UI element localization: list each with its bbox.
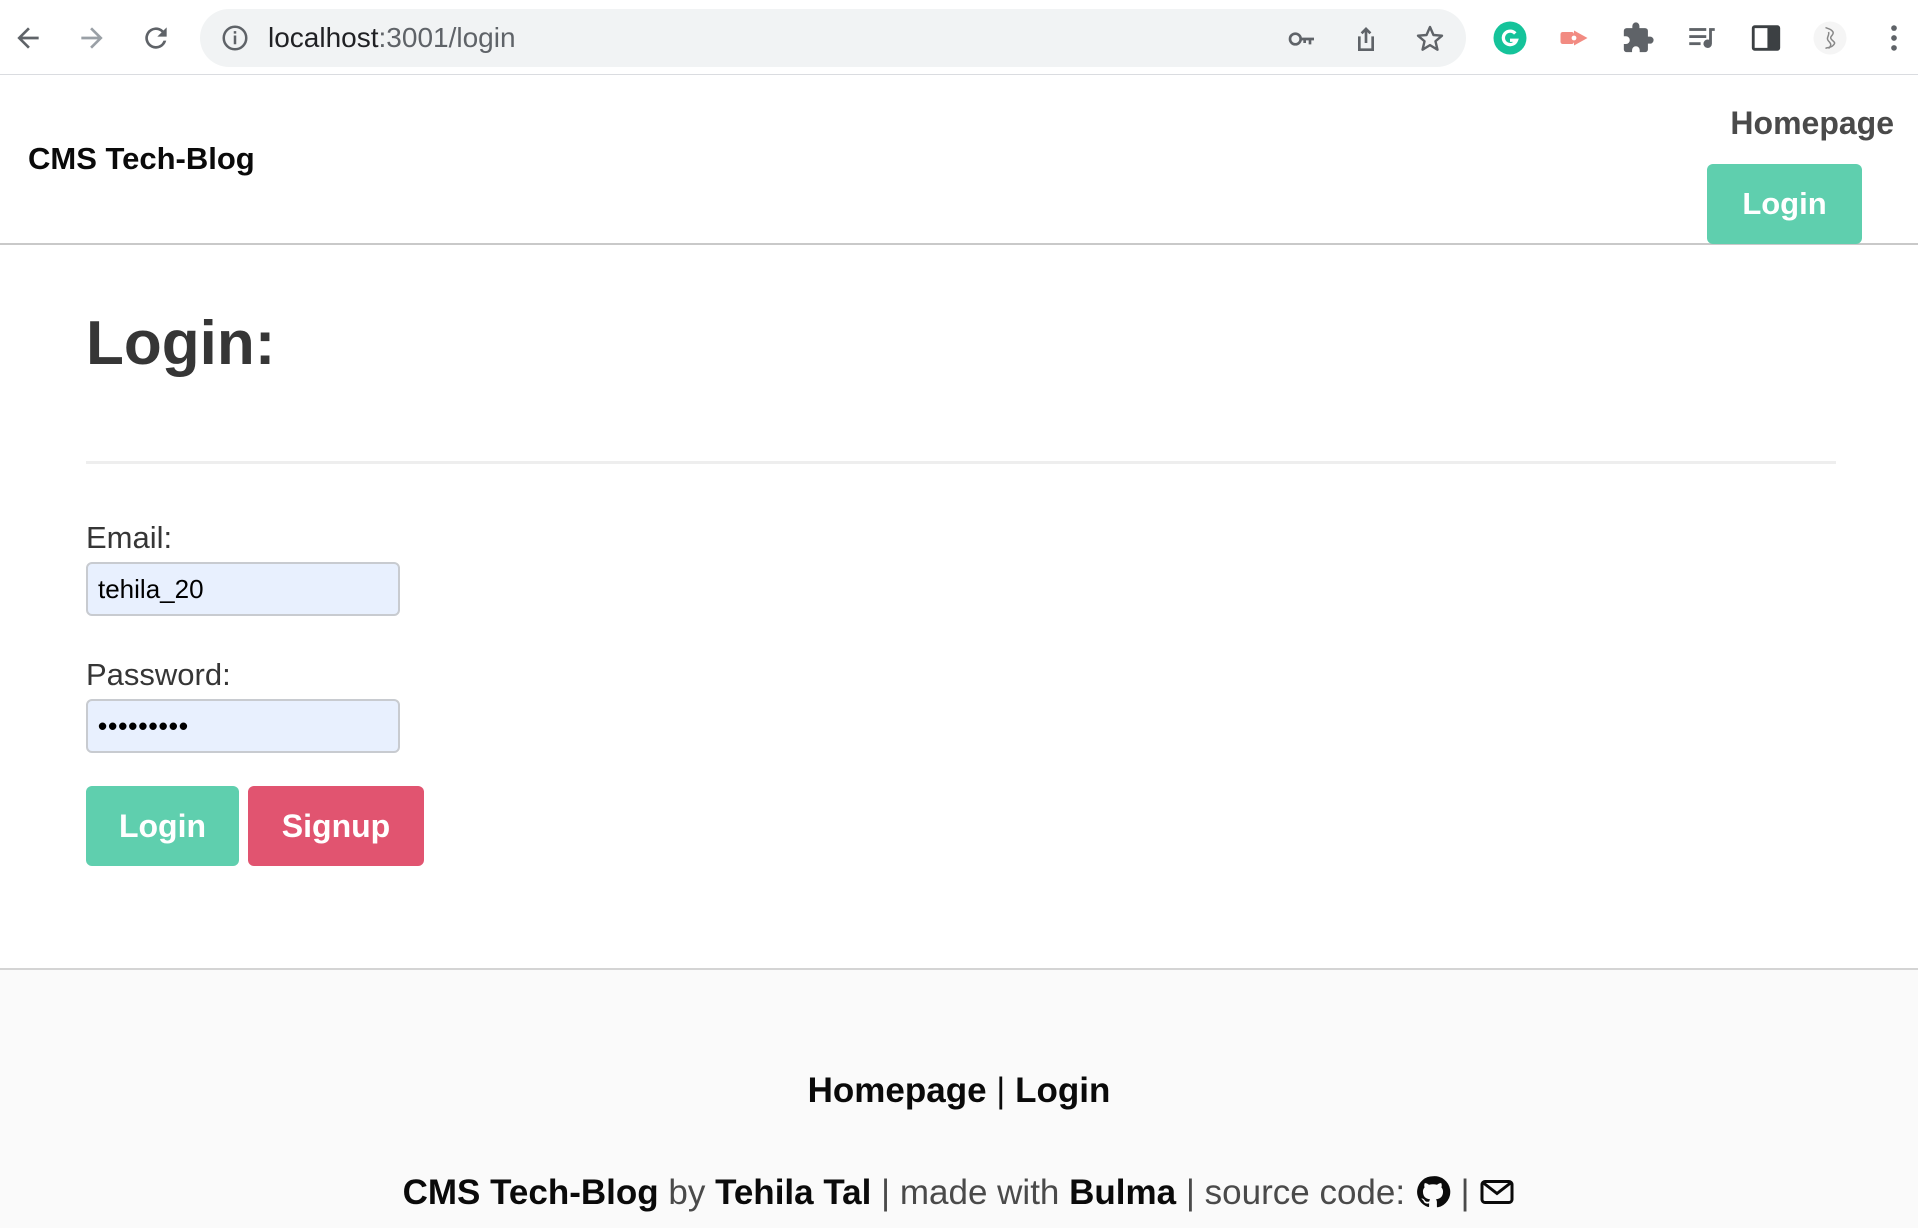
- sidepanel-icon[interactable]: [1746, 18, 1786, 58]
- credits-author-link[interactable]: Tehila Tal: [715, 1173, 871, 1212]
- nav-homepage-link[interactable]: Homepage: [1730, 105, 1894, 142]
- profile-avatar-icon[interactable]: [1810, 18, 1850, 58]
- credits-by: by: [668, 1173, 706, 1212]
- info-icon[interactable]: [220, 23, 250, 53]
- credits-separator-2: |: [1185, 1173, 1195, 1212]
- footer-credits: CMS Tech-Blog by Tehila Tal | made with …: [0, 1173, 1918, 1213]
- url-text: localhost:3001/login: [268, 9, 516, 67]
- divider: [86, 461, 1836, 464]
- credits-made-with: made with: [899, 1173, 1060, 1212]
- nav-login-button[interactable]: Login: [1707, 164, 1862, 244]
- grammarly-icon[interactable]: [1490, 18, 1530, 58]
- reload-icon[interactable]: [136, 18, 176, 58]
- puzzle-icon[interactable]: [1618, 18, 1658, 58]
- url-path: :3001/login: [378, 22, 516, 53]
- browser-toolbar: localhost:3001/login: [0, 0, 1918, 75]
- share-icon[interactable]: [1350, 23, 1382, 55]
- page-title: Login:: [86, 309, 276, 378]
- url-host: localhost: [268, 22, 379, 53]
- credits-separator-1: |: [881, 1173, 891, 1212]
- footer-nav: Homepage | Login: [0, 1071, 1918, 1111]
- footer: Homepage | Login CMS Tech-Blog by Tehila…: [0, 968, 1918, 1228]
- footer-login-link[interactable]: Login: [1015, 1071, 1110, 1110]
- password-field[interactable]: •••••••••: [86, 699, 400, 753]
- email-label: Email:: [86, 520, 173, 555]
- kebab-menu-icon[interactable]: [1874, 18, 1914, 58]
- key-icon[interactable]: [1286, 23, 1318, 55]
- extension-red-icon[interactable]: [1554, 18, 1594, 58]
- footer-homepage-link[interactable]: Homepage: [808, 1071, 987, 1110]
- credits-framework-link[interactable]: Bulma: [1069, 1173, 1176, 1212]
- forward-arrow-icon[interactable]: [72, 18, 112, 58]
- back-arrow-icon[interactable]: [8, 18, 48, 58]
- login-button[interactable]: Login: [86, 786, 239, 866]
- signup-button[interactable]: Signup: [248, 786, 424, 866]
- site-navbar: CMS Tech-Blog Homepage Login: [0, 75, 1918, 245]
- brand-logo[interactable]: CMS Tech-Blog: [28, 141, 255, 177]
- address-bar[interactable]: localhost:3001/login: [200, 9, 1466, 67]
- credits-separator-3: |: [1460, 1173, 1470, 1212]
- media-icon[interactable]: [1682, 18, 1722, 58]
- credits-brand: CMS Tech-Blog: [402, 1173, 659, 1212]
- footer-separator: |: [996, 1071, 1006, 1110]
- envelope-icon[interactable]: [1479, 1174, 1515, 1210]
- password-label: Password:: [86, 657, 231, 692]
- credits-source: source code:: [1204, 1173, 1406, 1212]
- email-field[interactable]: tehila_20: [86, 562, 400, 616]
- github-icon[interactable]: [1415, 1174, 1451, 1210]
- star-icon[interactable]: [1414, 23, 1446, 55]
